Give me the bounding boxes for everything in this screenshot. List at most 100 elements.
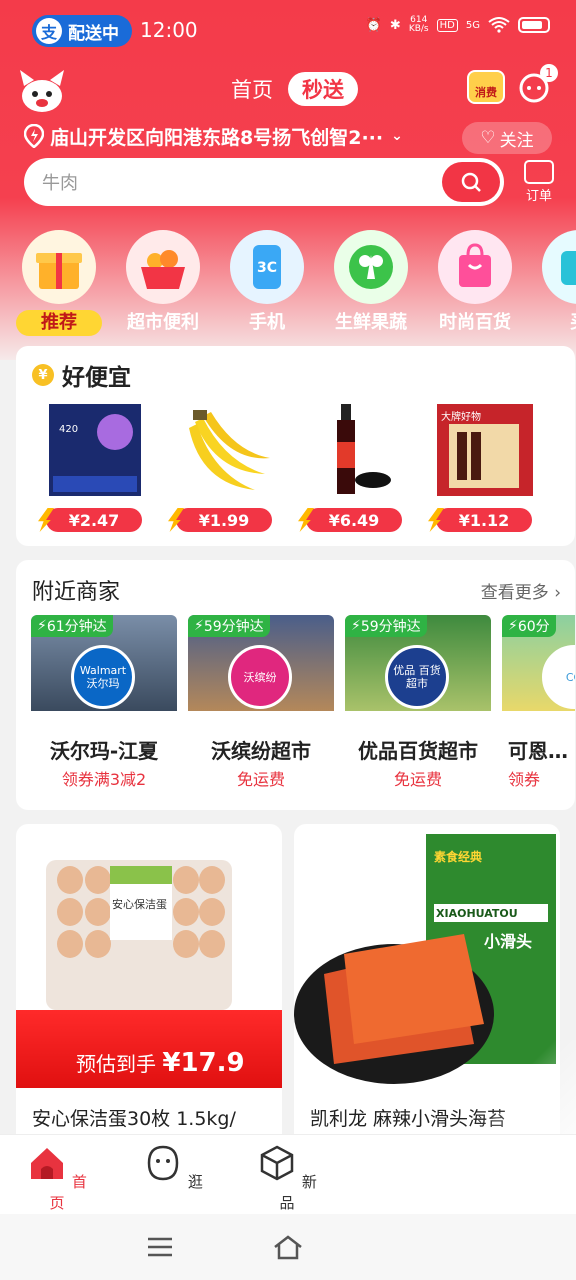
more-category-icon [542,230,576,304]
wifi-icon [488,17,510,33]
order-label: 订单 [525,189,552,204]
brand-tag: 素食经典 [434,850,483,864]
snack-box-caption: 大牌好物 [441,412,481,423]
banana-image [175,402,275,498]
nearby-shops-card: 附近商家 查看更多 › ⚡ 61分钟达 Walmart 沃尔玛 沃尔玛-江夏 领券… [16,560,575,810]
deal-item[interactable]: 大牌好物 ¥1.12 [430,402,540,532]
nav-new[interactable]: 新品 [252,1143,322,1213]
category-label: 买 [534,310,576,336]
category-label: 生鲜果蔬 [335,312,407,333]
home-outline-icon[interactable] [272,1234,304,1260]
tab-home[interactable]: 首页 [231,72,273,106]
location-pin-icon [24,124,44,148]
category-supermarket[interactable]: 超市便利 [118,230,208,336]
system-navigation-bar [0,1214,576,1280]
snack-gift-box-image: 大牌好物 [435,402,535,498]
delivery-label: 配送中 [68,23,119,44]
address-text: 庙山开发区向阳港东路8号扬飞创智2··· [50,126,384,149]
delivery-time-badge: ⚡ 59分钟达 [188,615,270,637]
deals-title: 好便宜 [62,365,131,391]
delivery-status-pill[interactable]: 支 配送中 [32,15,132,47]
delivery-address[interactable]: 庙山开发区向阳港东路8号扬飞创智2··· ⌄ [24,122,403,150]
soy-sauce-image [305,402,405,498]
shop-photo: ⚡60分 CO [502,615,575,711]
category-more[interactable]: 买 [534,230,576,336]
category-label: 超市便利 [127,312,199,333]
hd-icon: HD [436,18,458,32]
delivery-time-badge: ⚡ 59分钟达 [345,615,427,637]
heart-plus-icon: ♡ [480,128,496,148]
clock: 12:00 [140,18,198,42]
category-fashion[interactable]: 时尚百货 [430,230,520,336]
shop-card[interactable]: ⚡ 59分钟达 优品 百货超市 优品百货超市 免运费 [345,615,491,797]
nav-browse[interactable]: 逛 [138,1143,208,1192]
category-fresh[interactable]: 生鲜果蔬 [326,230,416,336]
chevron-down-icon: ⌄ [391,128,403,144]
chevron-right-icon: › [554,583,561,603]
product-name: 安心保洁蛋30枚 1.5kg/ [32,1108,236,1130]
deal-item[interactable]: ¥1.99 [170,402,280,532]
shop-card[interactable]: ⚡ 61分钟达 Walmart 沃尔玛 沃尔玛-江夏 领券满3减2 [31,615,177,797]
svg-text:3C: 3C [257,260,277,276]
section-title: 附近商家 [32,580,121,605]
category-phone[interactable]: 3C 手机 [222,230,312,336]
deal-item[interactable]: ¥6.49 [300,402,410,532]
estimate-price: ¥17.9 [162,1048,245,1078]
shop-card[interactable]: ⚡ 59分钟达 沃缤纷 沃缤纷超市 免运费 [188,615,334,797]
alipay-icon: 支 [36,18,62,44]
net-speed: 614 KB/s [408,15,429,34]
search-placeholder: 牛肉 [42,173,78,194]
order-button[interactable]: 订单 [518,160,560,204]
jd-mascot-logo[interactable] [16,66,68,118]
delivery-time-badge: ⚡ 60分 [502,615,556,637]
deal-item[interactable]: 420 ¥2.47 [40,402,150,532]
shop-name: 沃缤纷超市 [211,739,311,763]
shop-promo: 领券 [508,770,541,789]
alarm-icon: ⏰ [365,17,382,33]
home-icon [31,1148,64,1179]
search-button[interactable] [442,162,500,202]
system-icons: ⏰ ✱ 614 KB/s HD 5G [366,16,550,34]
shop-logo: 沃缤纷 [228,645,292,709]
shopping-bag-icon [438,230,512,304]
category-label: 时尚百货 [439,312,511,333]
consumer-coupon-button[interactable]: 消费 [467,70,505,104]
bottom-navigation: 首页 逛 新品 [0,1134,576,1214]
shopping-basket-icon [126,230,200,304]
svg-text:420: 420 [59,424,78,435]
follow-label: 关注 [499,130,534,151]
signal-icon: 5G [465,19,480,31]
bluetooth-icon: ✱ [389,17,401,33]
tab-quick-delivery[interactable]: 秒送 [288,72,358,106]
category-label: 手机 [249,312,285,333]
egg-pack-label: 安心保洁蛋 [112,898,167,911]
category-recommend[interactable]: 推荐 [14,230,104,336]
shop-name: 可恩… [508,739,568,763]
shop-name: 优品百货超市 [358,739,478,763]
phone-3c-icon: 3C [230,230,304,304]
search-input[interactable]: 牛肉 [24,158,504,206]
view-more-link[interactable]: 查看更多 › [481,578,561,603]
shop-name: 沃尔玛-江夏 [49,739,159,763]
shop-logo: 优品 百货超市 [385,645,449,709]
coin-icon: ¥ [32,364,54,386]
estimate-label: 预估到手 [76,1052,156,1076]
category-row: 推荐 超市便利 3C 手机 生鲜果蔬 时尚百货 买 [0,230,576,340]
sanitary-pad-pack-image: 420 [45,402,145,498]
cube-icon [260,1145,294,1181]
cheap-deals-card: ¥ 好便宜 420 ¥2.47 ¥1.99 ¥6.49 大牌好物 ¥1.12 [16,346,575,546]
order-list-icon [524,160,554,184]
status-bar: 支 配送中 12:00 ⏰ ✱ 614 KB/s HD 5G [0,0,576,62]
snack-pack-label: XIAOHUATOU [436,907,518,920]
product-card[interactable]: 安心保洁蛋 预估到手 ¥17.9 安心保洁蛋30枚 1.5kg/ [16,824,282,1154]
shop-photo: ⚡ 61分钟达 Walmart 沃尔玛 [31,615,177,711]
nav-home[interactable]: 首页 [22,1143,92,1213]
follow-button[interactable]: ♡ 关注 [462,122,552,154]
shop-photo: ⚡ 59分钟达 优品 百货超市 [345,615,491,711]
shop-card[interactable]: ⚡60分 CO 可恩… 领券 [502,615,575,797]
category-label: 推荐 [16,310,102,336]
menu-icon[interactable] [146,1236,174,1258]
deal-price: ¥2.47 [46,508,142,532]
battery-icon [518,17,550,33]
deal-price: ¥1.12 [436,508,532,532]
